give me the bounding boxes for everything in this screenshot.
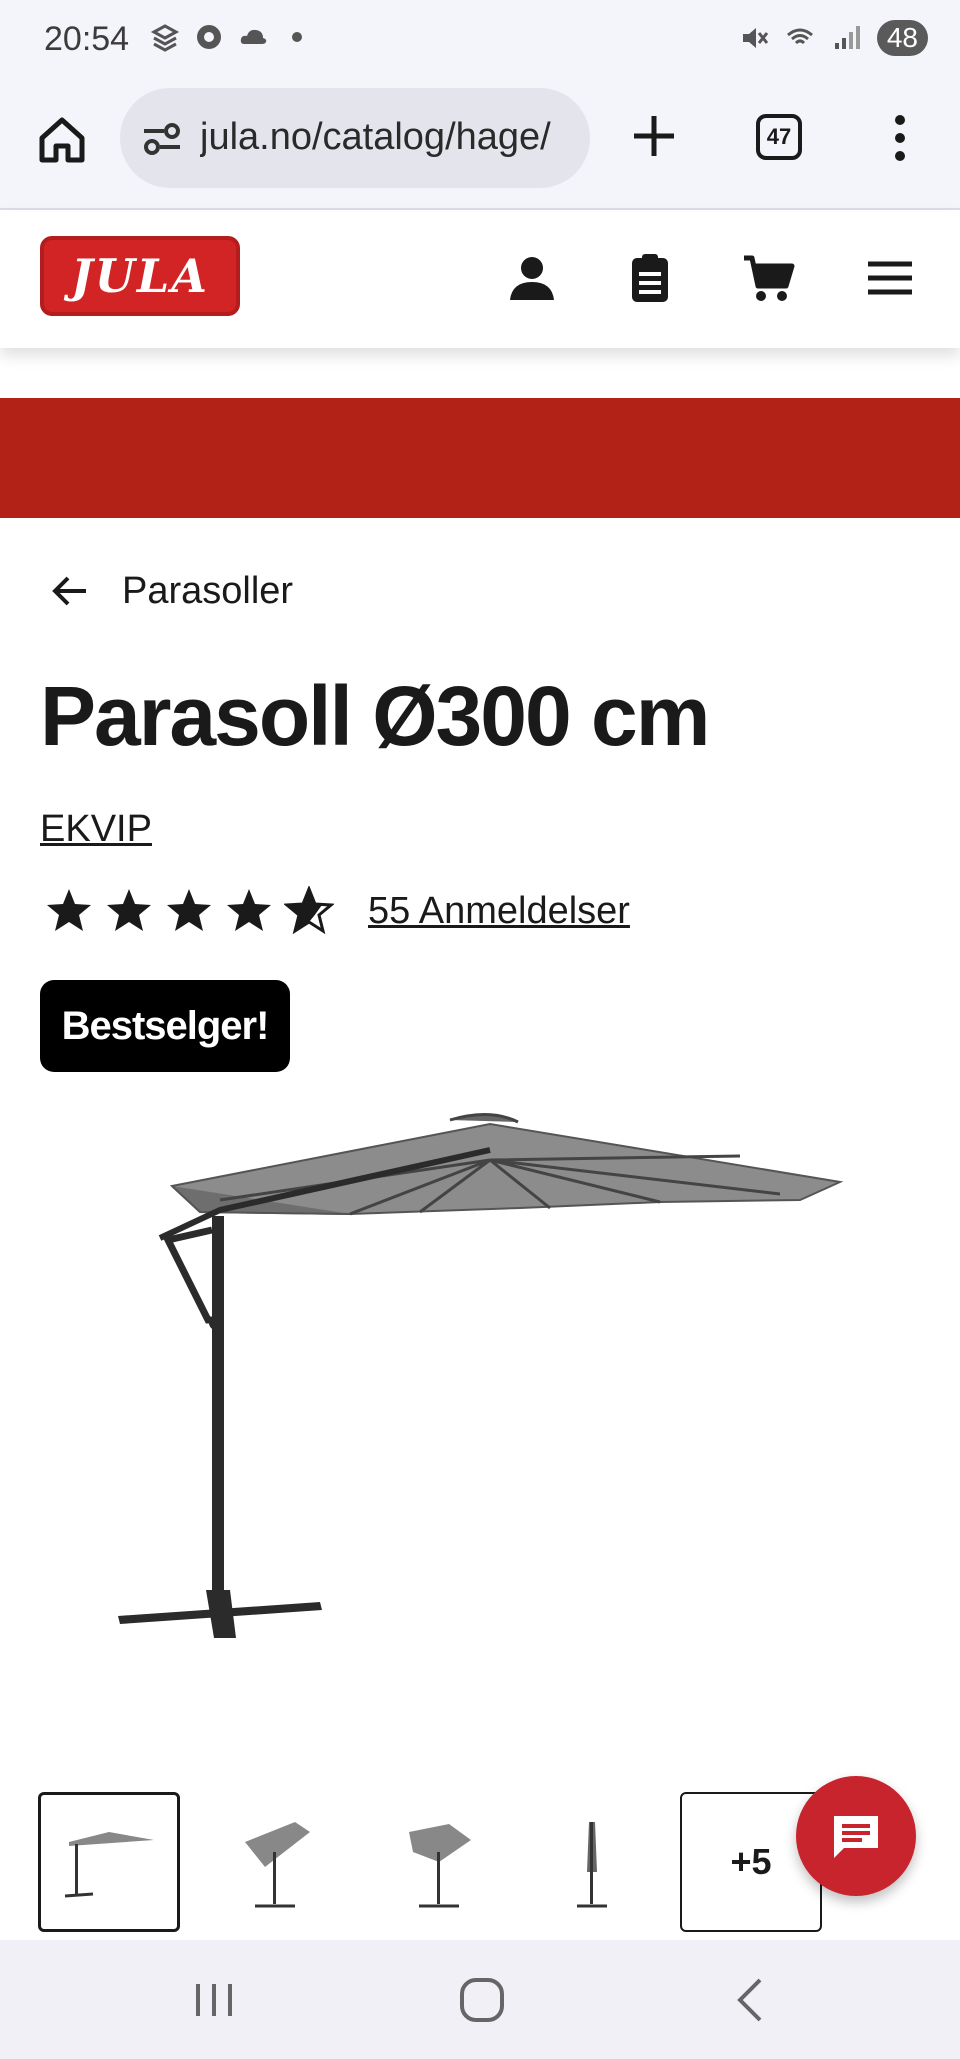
browser-toolbar: jula.no/catalog/hage/ 47 <box>0 82 960 210</box>
site-settings-icon[interactable] <box>142 122 182 156</box>
shopping-list-icon[interactable] <box>622 250 678 306</box>
brand-link[interactable]: EKVIP <box>40 808 152 851</box>
battery-indicator: 48 <box>876 20 928 56</box>
status-time: 20:54 <box>44 20 130 58</box>
site-header: JULA <box>0 210 960 348</box>
layers-icon <box>150 24 180 52</box>
recent-apps-icon[interactable] <box>184 1970 244 2030</box>
header-subnav-strip <box>0 348 960 396</box>
soccer-ball-icon <box>197 25 221 49</box>
gallery-thumbnail[interactable] <box>204 1792 346 1932</box>
product-image[interactable] <box>100 1090 860 1670</box>
product-title: Parasoll Ø300 cm <box>40 669 710 763</box>
star-full-icon <box>227 889 271 931</box>
promo-banner[interactable] <box>0 398 960 518</box>
thumbnail-image <box>409 1824 471 1908</box>
notification-icons <box>150 22 312 52</box>
gallery-thumbnail[interactable] <box>38 1792 180 1932</box>
address-bar[interactable]: jula.no/catalog/hage/ <box>120 88 590 188</box>
signal-icon <box>834 26 860 49</box>
gallery-thumbnail[interactable] <box>368 1792 510 1932</box>
mute-icon <box>742 28 769 48</box>
reviews-link[interactable]: 55 Anmeldelser <box>368 890 630 933</box>
jula-logo[interactable]: JULA <box>40 236 240 316</box>
system-status-icons: 48 <box>739 20 928 56</box>
star-full-icon <box>107 889 151 931</box>
account-icon[interactable] <box>504 250 560 306</box>
thumbnail-image <box>245 1822 310 1908</box>
arrow-left-icon <box>52 576 86 606</box>
star-half-icon <box>284 886 334 935</box>
breadcrumb-label: Parasoller <box>122 569 294 612</box>
cart-icon[interactable] <box>740 250 796 306</box>
star-full-icon <box>167 889 211 931</box>
bestseller-badge: Bestselger! <box>40 980 290 1072</box>
more-options-icon[interactable] <box>882 110 918 166</box>
status-bar: 20:54 48 <box>0 0 960 82</box>
cloud-icon <box>240 29 267 44</box>
thumbnail-image <box>577 1822 607 1908</box>
logo-text: JULA <box>71 249 209 303</box>
breadcrumb-back-link[interactable]: Parasoller <box>48 566 293 616</box>
home-nav-icon[interactable] <box>452 1970 512 2030</box>
gallery-thumbnail[interactable] <box>520 1792 662 1932</box>
dot-icon <box>292 32 302 42</box>
product-rating[interactable]: 55 Anmeldelser <box>44 886 630 936</box>
thumbnail-image <box>64 1832 154 1898</box>
wifi-icon <box>786 28 813 45</box>
home-icon[interactable] <box>34 112 90 168</box>
url-text[interactable]: jula.no/catalog/hage/ <box>200 116 572 159</box>
back-nav-icon[interactable] <box>722 1970 782 2030</box>
chat-button[interactable] <box>796 1776 916 1896</box>
new-tab-icon[interactable] <box>626 108 682 164</box>
tab-switcher-button[interactable]: 47 <box>756 114 802 160</box>
menu-icon[interactable] <box>862 250 918 306</box>
chat-icon <box>834 1816 878 1858</box>
star-full-icon <box>47 889 91 931</box>
system-navigation-bar <box>0 1940 960 2059</box>
